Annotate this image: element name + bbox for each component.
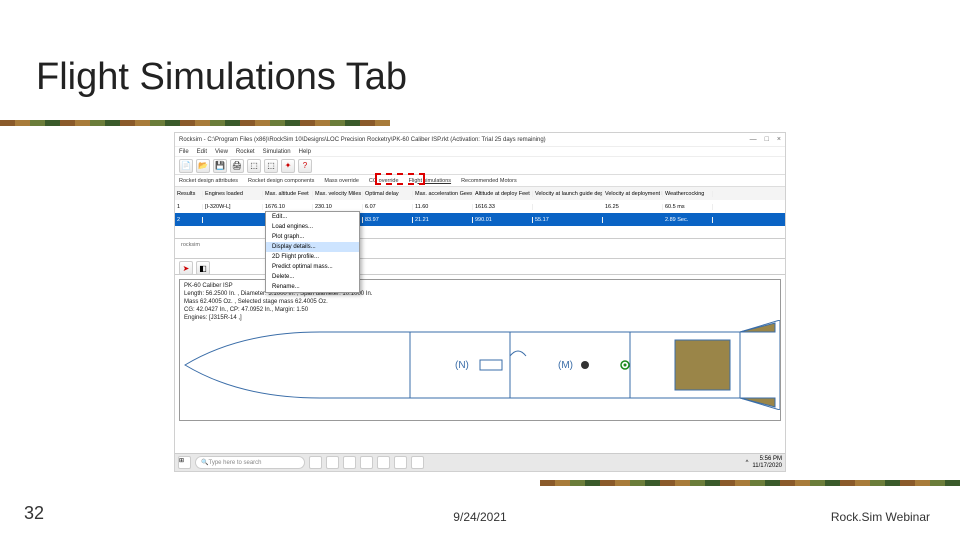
taskbar-time: 5:56 PM	[752, 456, 782, 463]
search-placeholder: Type here to search	[208, 460, 261, 466]
col-max-acc: Max. acceleration Gees	[413, 191, 473, 197]
app-window: Rocksim - C:\Program Files (x86)\RockSim…	[174, 132, 786, 472]
explorer-icon[interactable]	[326, 456, 339, 469]
col-engines: Engines loaded	[203, 191, 263, 197]
menu-view[interactable]: View	[215, 149, 228, 155]
rocket-label-m: (M)	[558, 360, 573, 371]
footer-source: Rock.Sim Webinar	[831, 510, 930, 524]
window-titlebar: Rocksim - C:\Program Files (x86)\RockSim…	[175, 133, 785, 147]
col-weathercock: Weathercocking	[663, 191, 713, 197]
tab-recommended-motors[interactable]: Recommended Motors	[461, 178, 517, 184]
cell: 11.60	[413, 204, 473, 210]
rocket-diagram: (N) (M)	[180, 320, 780, 410]
cell: 2.89 Sec.	[663, 217, 713, 223]
col-max-vel: Max. velocity Miles / hour	[313, 191, 363, 197]
cell: [I-320W-L]	[203, 204, 263, 210]
tabs-row: Rocket design attributes Rocket design c…	[175, 175, 785, 187]
cell: 55.17	[533, 217, 603, 223]
cell: 16.25	[603, 204, 663, 210]
maximize-button[interactable]: □	[765, 136, 769, 143]
slide-title: Flight Simulations Tab	[36, 56, 407, 99]
ctx-predict-optimal-mass[interactable]: Predict optimal mass...	[266, 262, 359, 272]
ctx-display-details[interactable]: Display details...	[266, 242, 359, 252]
ctx-load-engines[interactable]: Load engines...	[266, 222, 359, 232]
word-icon[interactable]	[360, 456, 373, 469]
col-alt-deploy: Altitude at deploy Feet	[473, 191, 533, 197]
col-vel-guide: Velocity at launch guide departure Miles…	[533, 191, 603, 197]
ctx-edit[interactable]: Edit...	[266, 212, 359, 222]
menu-file[interactable]: File	[179, 149, 189, 155]
ctx-2d-flight-profile[interactable]: 2D Flight profile...	[266, 252, 359, 262]
search-icon: 🔍	[201, 459, 208, 466]
menu-bar: File Edit View Rocket Simulation Help	[175, 147, 785, 157]
decorative-border-top	[0, 120, 390, 126]
open-icon[interactable]: 📂	[196, 159, 210, 173]
new-icon[interactable]: 📄	[179, 159, 193, 173]
cell: 83.97	[363, 217, 413, 223]
col-vel-deploy: Velocity at deployment Feet / sec	[603, 191, 663, 197]
tab-design-attributes[interactable]: Rocket design attributes	[179, 178, 238, 184]
task-view-icon[interactable]	[309, 456, 322, 469]
rocket-mass: Mass 62.4005 Oz. , Selected stage mass 6…	[184, 298, 372, 306]
cell: 230.10	[313, 204, 363, 210]
cell: 60.5 ms	[663, 204, 713, 210]
save-icon[interactable]: 💾	[213, 159, 227, 173]
tab-design-components[interactable]: Rocket design components	[248, 178, 314, 184]
app-icon[interactable]	[394, 456, 407, 469]
tool-b-icon[interactable]: ⬚	[264, 159, 278, 173]
menu-edit[interactable]: Edit	[197, 149, 207, 155]
context-menu: Edit... Load engines... Plot graph... Di…	[265, 211, 360, 293]
print-icon[interactable]: 🖨	[230, 159, 244, 173]
col-delay: Optimal delay	[363, 191, 413, 197]
help-icon[interactable]: ?	[298, 159, 312, 173]
page-number: 32	[24, 503, 44, 524]
close-button[interactable]: ×	[777, 136, 781, 143]
footer-date: 9/24/2021	[453, 510, 506, 524]
tool-a-icon[interactable]: ⬚	[247, 159, 261, 173]
grid-header: Results Engines loaded Max. altitude Fee…	[175, 187, 785, 200]
taskbar-date: 11/17/2020	[752, 463, 782, 470]
cell: 6.07	[363, 204, 413, 210]
cell: 990.01	[473, 217, 533, 223]
col-max-alt: Max. altitude Feet	[263, 191, 313, 197]
run-sim-icon[interactable]: ✦	[281, 159, 295, 173]
rocket-tool2-icon[interactable]: ◧	[196, 261, 210, 275]
menu-help[interactable]: Help	[299, 149, 311, 155]
tab-mass-override[interactable]: Mass override	[324, 178, 359, 184]
rocket-label-n: (N)	[455, 360, 469, 371]
app2-icon[interactable]	[411, 456, 424, 469]
cell: 1676.10	[263, 204, 313, 210]
ctx-rename[interactable]: Rename...	[266, 282, 359, 292]
windows-taskbar: ⊞ 🔍 Type here to search ^ 5:56 PM 11/17/…	[175, 453, 785, 471]
toolbar: 📄 📂 💾 🖨 ⬚ ⬚ ✦ ?	[175, 157, 785, 175]
tray-up-icon[interactable]: ^	[746, 460, 749, 466]
cell: 2	[175, 217, 203, 223]
ctx-plot-graph[interactable]: Plot graph...	[266, 232, 359, 242]
rocket-diagram-panel: PK-60 Caliber ISP Length: 56.2500 In. , …	[179, 279, 781, 421]
taskbar-search[interactable]: 🔍 Type here to search	[195, 456, 305, 469]
minimize-button[interactable]: —	[750, 136, 757, 143]
window-title-text: Rocksim - C:\Program Files (x86)\RockSim…	[179, 137, 546, 143]
decorative-border-bottom	[540, 480, 960, 486]
rocket-cg-cp: CG: 42.0427 In., CP: 47.0952 In., Margin…	[184, 306, 372, 314]
menu-simulation[interactable]: Simulation	[263, 149, 291, 155]
start-icon[interactable]: ⊞	[178, 456, 191, 469]
cell: 1	[175, 204, 203, 210]
menu-rocket[interactable]: Rocket	[236, 149, 255, 155]
ctx-delete[interactable]: Delete...	[266, 272, 359, 282]
edge-icon[interactable]	[343, 456, 356, 469]
rocket-tool-icon[interactable]: ➤	[179, 261, 193, 275]
cell: 1616.33	[473, 204, 533, 210]
col-results: Results	[175, 191, 203, 197]
cell: 21.21	[413, 217, 473, 223]
annotation-highlight	[375, 173, 425, 185]
slide-footer: 32 9/24/2021 Rock.Sim Webinar	[0, 500, 960, 530]
powerpoint-icon[interactable]	[377, 456, 390, 469]
